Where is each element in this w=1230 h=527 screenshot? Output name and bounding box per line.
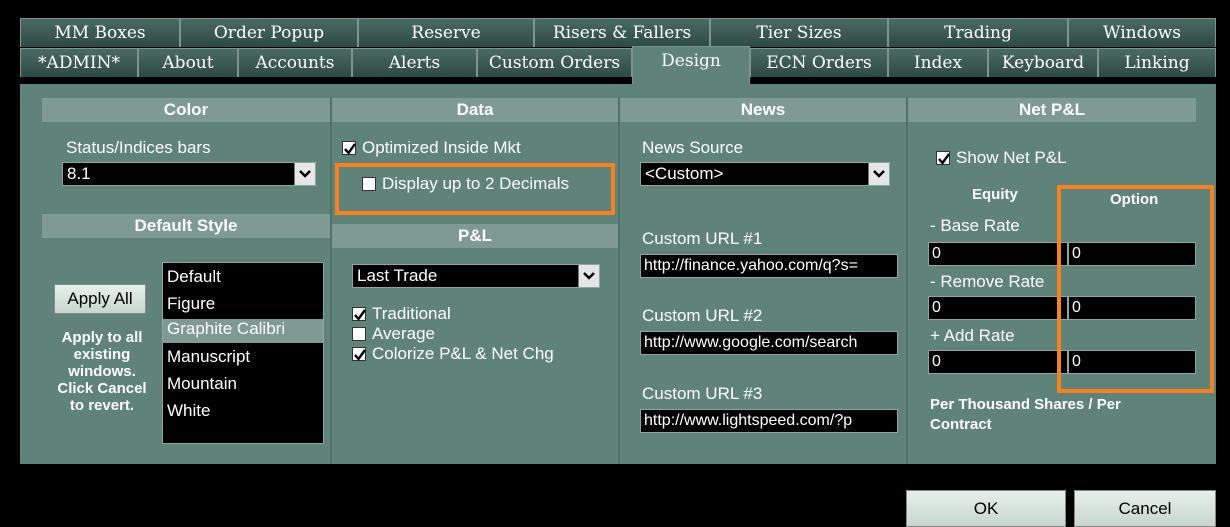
tab-tier-sizes[interactable]: Tier Sizes — [710, 18, 888, 47]
status-bars-select[interactable]: 8.1 — [62, 162, 316, 186]
apply-note-line: existing — [73, 346, 131, 363]
url3-input[interactable]: http://www.lightspeed.com/?p — [640, 409, 898, 433]
news-source-label: News Source — [642, 138, 744, 157]
tab-accounts[interactable]: Accounts — [238, 48, 352, 77]
checkmark-icon — [354, 349, 366, 361]
colorize-label: Colorize P&L & Net Chg — [372, 344, 554, 363]
pnl-header: P&L — [332, 224, 618, 248]
net-pnl-header: Net P&L — [908, 98, 1196, 122]
remove-rate-option-input[interactable]: 0 — [1068, 296, 1196, 320]
url2-input[interactable]: http://www.google.com/search — [640, 331, 898, 355]
cancel-button[interactable]: Cancel — [1074, 490, 1216, 527]
add-rate-label: + Add Rate — [930, 326, 1015, 345]
base-rate-label: - Base Rate — [930, 216, 1020, 235]
apply-note-line: to revert. — [69, 397, 135, 414]
settings-window: MM Boxes Order Popup Reserve Risers & Fa… — [0, 0, 1230, 527]
style-option-figure[interactable]: Figure — [167, 294, 215, 314]
tab-custom-orders[interactable]: Custom Orders — [477, 48, 632, 77]
default-style-header: Default Style — [42, 214, 330, 238]
color-header: Color — [42, 98, 330, 122]
news-header: News — [620, 98, 906, 122]
add-rate-option-input[interactable]: 0 — [1068, 350, 1196, 374]
style-option-white[interactable]: White — [167, 401, 210, 421]
design-panel: Color Status/Indices bars 8.1 Default St… — [20, 84, 1216, 464]
show-net-pnl-checkbox[interactable] — [936, 151, 950, 165]
equity-header: Equity — [972, 186, 1018, 203]
net-pnl-footnote-line2: Contract — [930, 416, 992, 433]
data-header: Data — [332, 98, 618, 122]
style-option-default[interactable]: Default — [167, 267, 221, 287]
net-pnl-footnote-line1: Per Thousand Shares / Per — [930, 396, 1121, 413]
tab-order-popup[interactable]: Order Popup — [180, 18, 358, 47]
tab-mm-boxes[interactable]: MM Boxes — [20, 18, 180, 47]
decimals-label: Display up to 2 Decimals — [382, 174, 570, 193]
checkmark-icon — [354, 309, 366, 321]
traditional-label: Traditional — [372, 304, 451, 323]
traditional-checkbox[interactable] — [352, 307, 366, 321]
ok-button[interactable]: OK — [906, 490, 1066, 527]
remove-rate-equity-input[interactable]: 0 — [928, 296, 1068, 320]
tab-design[interactable]: Design — [632, 46, 750, 84]
option-header: Option — [1110, 191, 1159, 208]
base-rate-option-input[interactable]: 0 — [1068, 242, 1196, 266]
style-option-graphite-calibri[interactable]: Graphite Calibri — [163, 319, 323, 343]
tab-trading[interactable]: Trading — [888, 18, 1068, 47]
apply-note-line: windows. — [68, 363, 136, 380]
tab-about[interactable]: About — [138, 48, 238, 77]
average-label: Average — [372, 324, 436, 343]
tab-admin[interactable]: *ADMIN* — [20, 48, 138, 77]
status-bars-label: Status/Indices bars — [66, 138, 211, 157]
section-divider — [330, 98, 332, 464]
style-listbox[interactable]: Default Figure Graphite Calibri Manuscri… — [162, 262, 324, 444]
section-divider — [618, 98, 620, 464]
average-checkbox[interactable] — [352, 327, 366, 341]
tab-index[interactable]: Index — [888, 48, 988, 77]
checkmark-icon — [344, 143, 356, 155]
url2-label: Custom URL #2 — [642, 306, 763, 325]
remove-rate-label: - Remove Rate — [930, 272, 1045, 291]
section-divider — [906, 98, 908, 464]
pnl-mode-select[interactable]: Last Trade — [352, 264, 600, 288]
url1-input[interactable]: http://finance.yahoo.com/q?s= — [640, 254, 898, 278]
apply-all-button[interactable]: Apply All — [54, 284, 146, 314]
tab-keyboard[interactable]: Keyboard — [988, 48, 1098, 77]
url1-label: Custom URL #1 — [642, 229, 763, 248]
checkmark-icon — [938, 153, 950, 165]
tab-risers-fallers[interactable]: Risers & Fallers — [534, 18, 710, 47]
chevron-down-icon[interactable] — [294, 163, 315, 185]
apply-note-line: Click Cancel — [57, 380, 147, 397]
status-bars-value: 8.1 — [67, 164, 91, 183]
chevron-down-icon[interactable] — [868, 163, 889, 185]
news-source-value: <Custom> — [645, 164, 724, 183]
style-option-manuscript[interactable]: Manuscript — [167, 347, 250, 367]
tab-ecn-orders[interactable]: ECN Orders — [750, 48, 888, 77]
tab-alerts[interactable]: Alerts — [352, 48, 477, 77]
tab-linking[interactable]: Linking — [1098, 48, 1216, 77]
style-option-mountain[interactable]: Mountain — [167, 374, 237, 394]
add-rate-equity-input[interactable]: 0 — [928, 350, 1068, 374]
apply-note: Apply to all existing windows. Click Can… — [44, 329, 160, 414]
decimals-checkbox[interactable] — [362, 177, 376, 191]
show-net-pnl-label: Show Net P&L — [956, 148, 1067, 167]
pnl-mode-value: Last Trade — [357, 266, 438, 285]
colorize-checkbox[interactable] — [352, 347, 366, 361]
optimized-checkbox[interactable] — [342, 141, 356, 155]
url3-label: Custom URL #3 — [642, 384, 763, 403]
tab-windows[interactable]: Windows — [1068, 18, 1216, 47]
chevron-down-icon[interactable] — [578, 265, 599, 287]
optimized-label: Optimized Inside Mkt — [362, 138, 521, 157]
news-source-select[interactable]: <Custom> — [640, 162, 890, 186]
base-rate-equity-input[interactable]: 0 — [928, 242, 1068, 266]
tab-reserve[interactable]: Reserve — [358, 18, 534, 47]
apply-note-line: Apply to all — [61, 329, 143, 346]
